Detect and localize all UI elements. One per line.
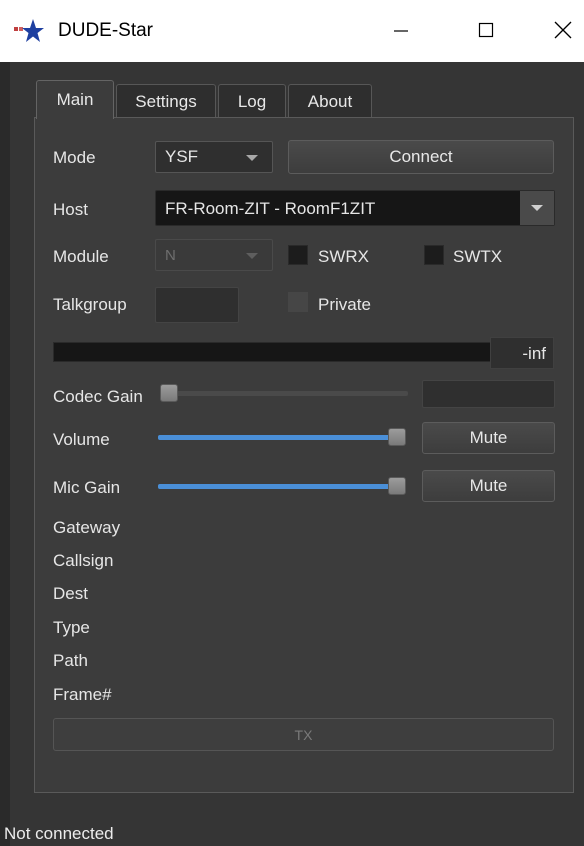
swrx-checkbox[interactable] — [288, 245, 308, 265]
type-label: Type — [53, 618, 90, 637]
tab-main[interactable]: Main — [36, 80, 114, 119]
host-select[interactable]: FR-Room-ZIT - RoomF1ZIT — [155, 190, 555, 226]
title-bar: DUDE-Star — [0, 0, 584, 62]
mode-label: Mode — [53, 148, 96, 167]
window-title: DUDE-Star — [58, 20, 154, 41]
volume-mute-button[interactable]: Mute — [422, 422, 555, 454]
chevron-down-icon — [531, 205, 543, 211]
frame-number-label: Frame# — [53, 685, 112, 704]
connect-button[interactable]: Connect — [288, 140, 554, 174]
swtx-checkbox[interactable] — [424, 245, 444, 265]
close-icon — [554, 21, 572, 44]
module-value: N — [165, 247, 176, 264]
volume-slider[interactable] — [158, 435, 406, 440]
dest-label: Dest — [53, 584, 88, 603]
path-label: Path — [53, 651, 88, 670]
host-label: Host — [53, 200, 88, 219]
module-label: Module — [53, 247, 109, 266]
swrx-label: SWRX — [318, 247, 369, 266]
private-label: Private — [318, 295, 371, 314]
talkgroup-label: Talkgroup — [53, 295, 127, 314]
mic-gain-label: Mic Gain — [53, 478, 121, 497]
codec-gain-label: Codec Gain — [53, 387, 143, 406]
mic-gain-mute-button[interactable]: Mute — [422, 470, 555, 502]
codec-gain-slider[interactable] — [160, 391, 408, 396]
swtx-label: SWTX — [453, 247, 503, 266]
window-edge — [0, 62, 10, 846]
minimize-icon — [393, 22, 409, 43]
tab-about[interactable]: About — [288, 84, 372, 118]
tx-button[interactable]: TX — [53, 718, 554, 751]
close-button[interactable] — [540, 14, 584, 50]
volume-label: Volume — [53, 430, 110, 449]
audio-level-meter — [53, 342, 491, 362]
tab-settings[interactable]: Settings — [116, 84, 216, 118]
codec-gain-slider-handle[interactable] — [160, 384, 178, 402]
codec-gain-value-box — [422, 380, 555, 408]
mic-gain-slider-handle[interactable] — [388, 477, 406, 495]
level-readout: -inf — [490, 337, 554, 369]
callsign-label: Callsign — [53, 551, 114, 570]
mic-gain-slider[interactable] — [158, 484, 406, 489]
maximize-icon — [478, 22, 494, 43]
status-bar: Not connected — [0, 818, 584, 846]
star-logo-icon — [14, 18, 44, 44]
mode-value: YSF — [165, 147, 199, 166]
tab-log[interactable]: Log — [218, 84, 286, 118]
host-dropdown-button[interactable] — [520, 191, 554, 225]
gateway-label: Gateway — [53, 518, 121, 537]
talkgroup-input[interactable] — [155, 287, 239, 323]
status-text: Not connected — [4, 824, 114, 843]
chevron-down-icon — [246, 253, 258, 259]
minimize-button[interactable] — [378, 14, 424, 50]
mic-gain-slider-fill — [158, 484, 406, 489]
host-value: FR-Room-ZIT - RoomF1ZIT — [165, 199, 376, 218]
module-select[interactable]: N — [155, 239, 273, 271]
volume-slider-fill — [158, 435, 406, 440]
private-checkbox[interactable] — [288, 292, 308, 312]
mode-select[interactable]: YSF — [155, 141, 273, 173]
volume-slider-handle[interactable] — [388, 428, 406, 446]
chevron-down-icon — [246, 155, 258, 161]
maximize-button[interactable] — [463, 14, 509, 50]
